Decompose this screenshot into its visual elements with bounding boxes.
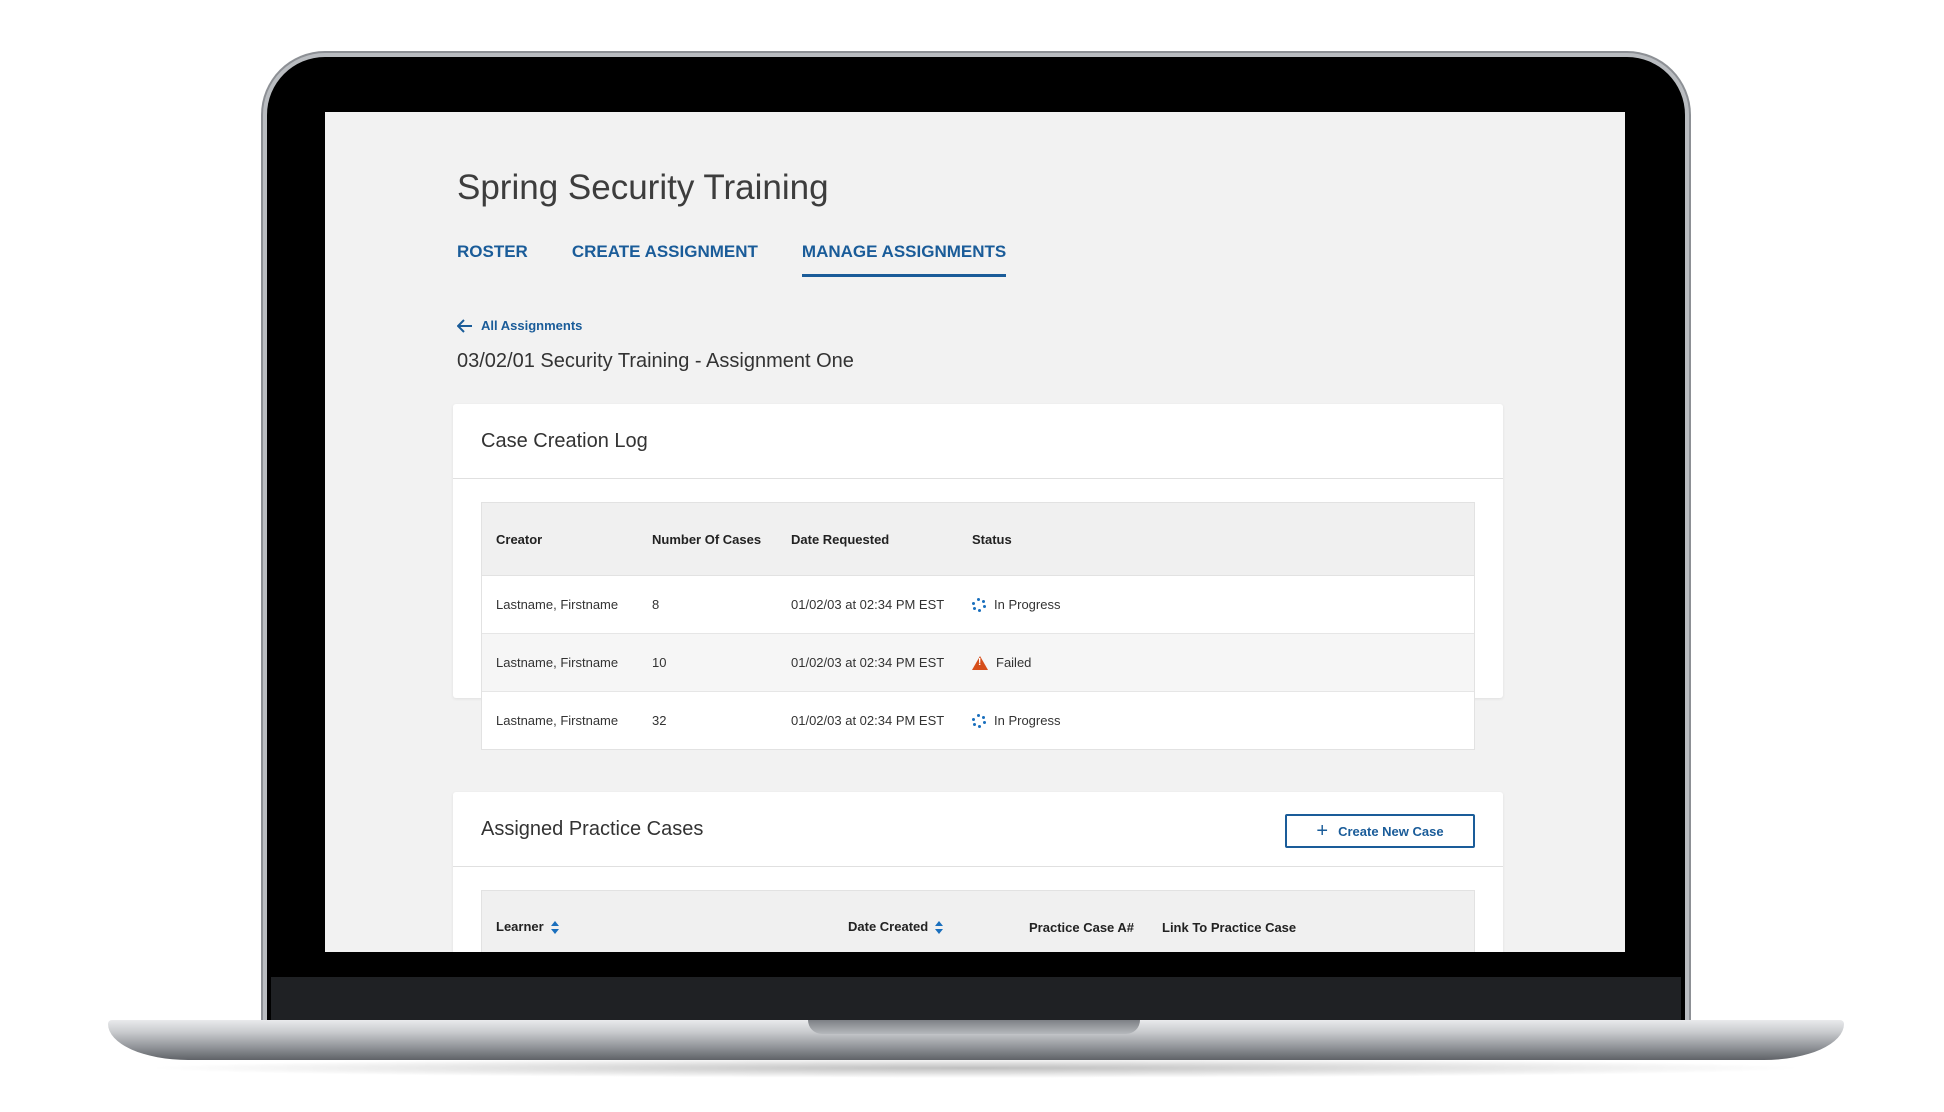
cases-cell: 10 <box>652 655 667 670</box>
tab-manage-assignments[interactable]: MANAGE ASSIGNMENTS <box>801 242 1007 277</box>
laptop-notch <box>808 1020 1140 1034</box>
tab-create-assignment[interactable]: CREATE ASSIGNMENT <box>572 242 758 277</box>
status-cell: In Progress <box>972 597 1474 612</box>
status-label: Failed <box>996 655 1032 670</box>
column-header-practice-case-number: Practice Case A# <box>1029 919 1135 935</box>
status-cell: Failed <box>972 655 1474 670</box>
table-row: Lastname, Firstname 8 01/02/03 at 02:34 … <box>482 576 1474 634</box>
status-label: In Progress <box>994 713 1061 728</box>
assignment-subtitle: 03/02/01 Security Training - Assignment … <box>457 350 854 372</box>
case-log-table: Creator Number Of Cases Date Requested S… <box>481 502 1475 750</box>
create-new-case-button[interactable]: + Create New Case <box>1285 814 1475 848</box>
arrow-left-icon <box>457 318 472 333</box>
plus-icon: + <box>1316 820 1329 842</box>
page-title: Spring Security Training <box>457 168 829 207</box>
status-cell: In Progress <box>972 713 1474 728</box>
column-header-link-to-practice-case: Link To Practice Case <box>1162 919 1297 935</box>
create-new-case-label: Create New Case <box>1338 823 1444 839</box>
creator-cell: Lastname, Firstname <box>496 655 619 670</box>
spinner-icon <box>972 597 986 612</box>
card-header: Case Creation Log <box>453 404 1503 479</box>
column-header-creator: Creator <box>496 531 543 547</box>
card-title: Case Creation Log <box>481 430 648 452</box>
all-assignments-link[interactable]: All Assignments <box>457 318 582 333</box>
date-cell: 01/02/03 at 02:34 PM EST <box>791 713 945 728</box>
case-creation-log-card: Case Creation Log Creator Number Of Case… <box>453 404 1503 750</box>
column-header-status: Status <box>972 531 1012 547</box>
column-header-date-created[interactable]: Date Created <box>848 919 1029 935</box>
tab-bar: ROSTER CREATE ASSIGNMENT MANAGE ASSIGNME… <box>457 242 1050 277</box>
laptop-shadow <box>140 1058 1810 1078</box>
table-row: Lastname, Firstname 32 01/02/03 at 02:34… <box>482 692 1474 749</box>
creator-cell: Lastname, Firstname <box>496 597 619 612</box>
creator-cell: Lastname, Firstname <box>496 713 619 728</box>
warning-icon <box>972 655 988 670</box>
date-cell: 01/02/03 at 02:34 PM EST <box>791 597 945 612</box>
table-row: Lastname, Firstname 10 01/02/03 at 02:34… <box>482 634 1474 692</box>
cases-cell: 8 <box>652 597 660 612</box>
column-header-learner[interactable]: Learner <box>482 919 848 935</box>
assigned-practice-cases-card: Assigned Practice Cases + Create New Cas… <box>453 792 1503 952</box>
learner-label: Learner <box>496 919 544 935</box>
date-cell: 01/02/03 at 02:34 PM EST <box>791 655 945 670</box>
spinner-icon <box>972 713 986 728</box>
card-title: Assigned Practice Cases <box>481 818 704 840</box>
table-header: Creator Number Of Cases Date Requested S… <box>482 503 1474 576</box>
tab-roster[interactable]: ROSTER <box>457 242 528 277</box>
card-header: Assigned Practice Cases + Create New Cas… <box>453 792 1503 867</box>
practice-cases-table: Learner Date Created Practice Case A# Li… <box>481 890 1475 952</box>
status-label: In Progress <box>994 597 1061 612</box>
sort-icon[interactable] <box>550 920 560 935</box>
sort-icon[interactable] <box>934 920 944 935</box>
column-header-number-of-cases: Number Of Cases <box>652 531 762 547</box>
column-header-date-requested: Date Requested <box>791 531 890 547</box>
cases-cell: 32 <box>652 713 667 728</box>
all-assignments-label: All Assignments <box>481 318 583 333</box>
app-screen: Spring Security Training ROSTER CREATE A… <box>325 112 1625 952</box>
date-created-label: Date Created <box>848 919 929 935</box>
table-header: Learner Date Created Practice Case A# Li… <box>482 891 1474 952</box>
